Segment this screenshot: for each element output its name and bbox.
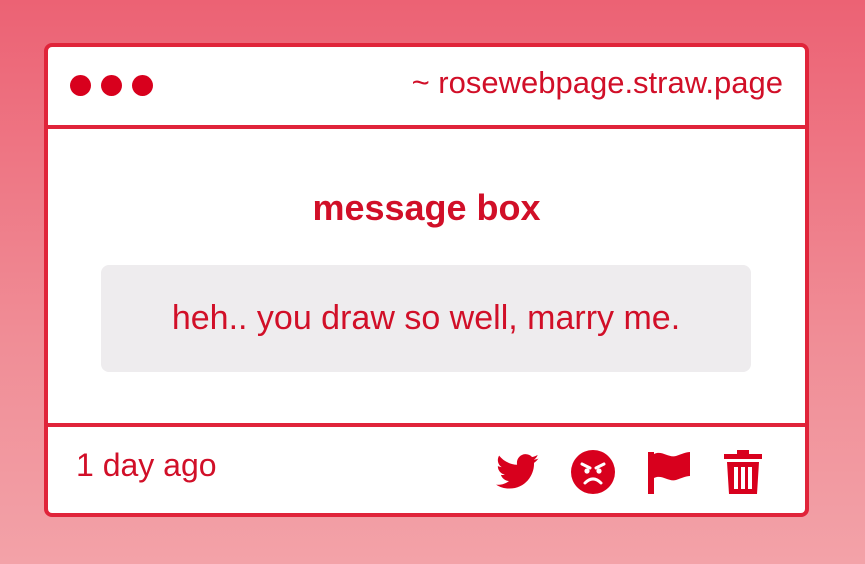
window-dot-2[interactable] — [101, 75, 122, 96]
timestamp: 1 day ago — [76, 447, 217, 483]
window-dot-1[interactable] — [70, 75, 91, 96]
trash-icon — [723, 449, 762, 494]
message-box-title: message box — [312, 187, 541, 228]
page-url[interactable]: ~ rosewebpage.straw.page — [412, 65, 783, 101]
message-window: ~ rosewebpage.straw.page message box heh… — [44, 43, 809, 517]
twitter-icon — [495, 453, 539, 489]
delete-button[interactable] — [720, 449, 765, 494]
angry-face-icon — [570, 449, 615, 494]
flag-icon — [647, 451, 690, 494]
message-content: message box heh.. you draw so well, marr… — [48, 129, 805, 423]
message-text: heh.. you draw so well, marry me. — [171, 299, 681, 337]
window-dot-3[interactable] — [132, 75, 153, 96]
message-footer: 1 day ago — [48, 423, 805, 513]
react-angry-button[interactable] — [570, 449, 615, 494]
message-text-box: heh.. you draw so well, marry me. — [101, 265, 751, 372]
share-twitter-button[interactable] — [495, 449, 540, 494]
report-button[interactable] — [645, 449, 690, 494]
window-titlebar: ~ rosewebpage.straw.page — [48, 47, 805, 129]
window-controls — [70, 75, 153, 96]
message-actions — [495, 449, 765, 494]
